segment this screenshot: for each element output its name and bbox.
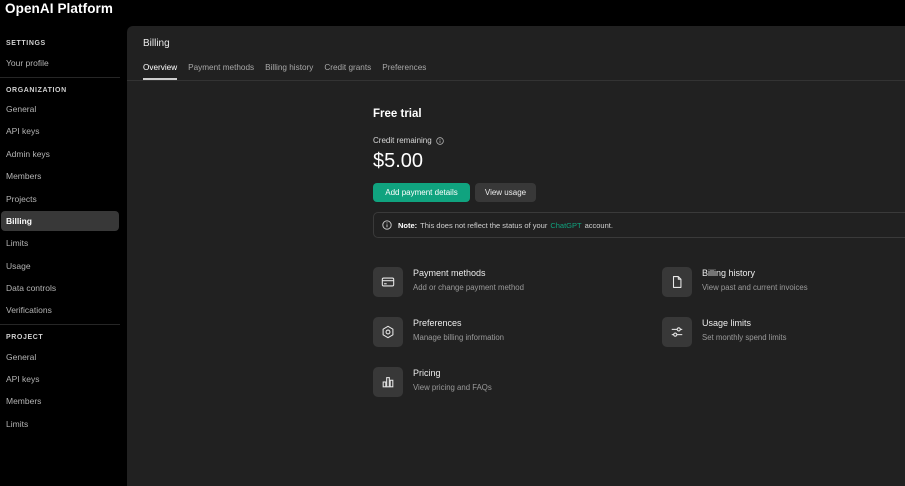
credit-value: $5.00	[373, 150, 424, 172]
app-title: OpenAI Platform	[5, 1, 114, 16]
sidebar-item-project-general[interactable]: General	[1, 347, 119, 367]
tabs-divider	[127, 80, 905, 81]
organization-heading: ORGANIZATION	[6, 87, 67, 94]
add-payment-details-button[interactable]: Add payment details	[373, 183, 470, 202]
sidebar-divider	[0, 324, 120, 325]
info-icon[interactable]	[435, 136, 444, 145]
sidebar-item-your-profile[interactable]: Your profile	[1, 53, 119, 73]
credit-remaining-label: Credit remaining	[373, 136, 444, 145]
tab-payment-methods[interactable]: Payment methods	[188, 63, 254, 80]
sidebar-item-general[interactable]: General	[1, 99, 119, 119]
billing-history-card[interactable]: Billing history View past and current in…	[662, 267, 882, 301]
note-text-end: account.	[584, 220, 613, 230]
tab-preferences[interactable]: Preferences	[382, 63, 426, 80]
tab-credit-grants[interactable]: Credit grants	[324, 63, 371, 80]
card-title: Preferences	[413, 318, 462, 328]
card-title: Billing history	[702, 268, 756, 278]
card-description: Add or change payment method	[413, 283, 524, 292]
card-description: View past and current invoices	[702, 283, 808, 292]
chatgpt-link[interactable]: ChatGPT	[550, 221, 581, 230]
sidebar: SETTINGS Your profile ORGANIZATION Gener…	[0, 26, 127, 486]
sidebar-item-project-limits[interactable]: Limits	[1, 414, 119, 434]
pricing-card[interactable]: Pricing View pricing and FAQs	[373, 367, 593, 401]
tab-overview[interactable]: Overview	[143, 63, 178, 80]
card-title: Payment methods	[413, 268, 486, 278]
main-panel: Billing Overview Payment methods Billing…	[127, 26, 905, 486]
note-prefix: Note:	[398, 220, 418, 230]
usage-limits-card[interactable]: Usage limits Set monthly spend limits	[662, 317, 882, 351]
sidebar-item-admin-keys[interactable]: Admin keys	[1, 144, 119, 164]
sidebar-item-billing[interactable]: Billing	[1, 211, 119, 231]
sidebar-item-data-controls[interactable]: Data controls	[1, 278, 119, 298]
note-text: This does not reflect the status of your	[420, 220, 548, 230]
credit-remaining-text: Credit remaining	[373, 136, 432, 145]
sidebar-item-limits[interactable]: Limits	[1, 233, 119, 253]
document-icon	[662, 267, 692, 297]
settings-heading: SETTINGS	[6, 40, 46, 47]
preferences-card[interactable]: Preferences Manage billing information	[373, 317, 593, 351]
sidebar-item-api-keys[interactable]: API keys	[1, 121, 119, 141]
credit-card-icon	[373, 267, 403, 297]
billing-tabs: Overview Payment methods Billing history…	[143, 63, 426, 80]
tab-billing-history[interactable]: Billing history	[265, 63, 313, 80]
card-description: Manage billing information	[413, 333, 505, 342]
page-title: Billing	[143, 38, 170, 49]
sidebar-item-project-api-keys[interactable]: API keys	[1, 369, 119, 389]
payment-methods-card[interactable]: Payment methods Add or change payment me…	[373, 267, 593, 301]
card-title: Usage limits	[702, 318, 752, 328]
sidebar-item-usage[interactable]: Usage	[1, 256, 119, 276]
free-trial-heading: Free trial	[373, 108, 422, 120]
chatgpt-note: Note: This does not reflect the status o…	[373, 212, 905, 238]
sliders-icon	[662, 317, 692, 347]
card-title: Pricing	[413, 368, 441, 378]
view-usage-button[interactable]: View usage	[475, 183, 536, 202]
info-icon	[382, 220, 392, 230]
card-description: View pricing and FAQs	[413, 383, 492, 392]
sidebar-item-members[interactable]: Members	[1, 166, 119, 186]
sidebar-item-project-members[interactable]: Members	[1, 391, 119, 411]
project-heading: PROJECT	[6, 334, 44, 341]
bar-chart-icon	[373, 367, 403, 397]
sidebar-item-verifications[interactable]: Verifications	[1, 300, 119, 320]
gear-icon	[373, 317, 403, 347]
card-description: Set monthly spend limits	[702, 333, 787, 342]
sidebar-divider	[0, 77, 120, 78]
sidebar-item-projects[interactable]: Projects	[1, 189, 119, 209]
